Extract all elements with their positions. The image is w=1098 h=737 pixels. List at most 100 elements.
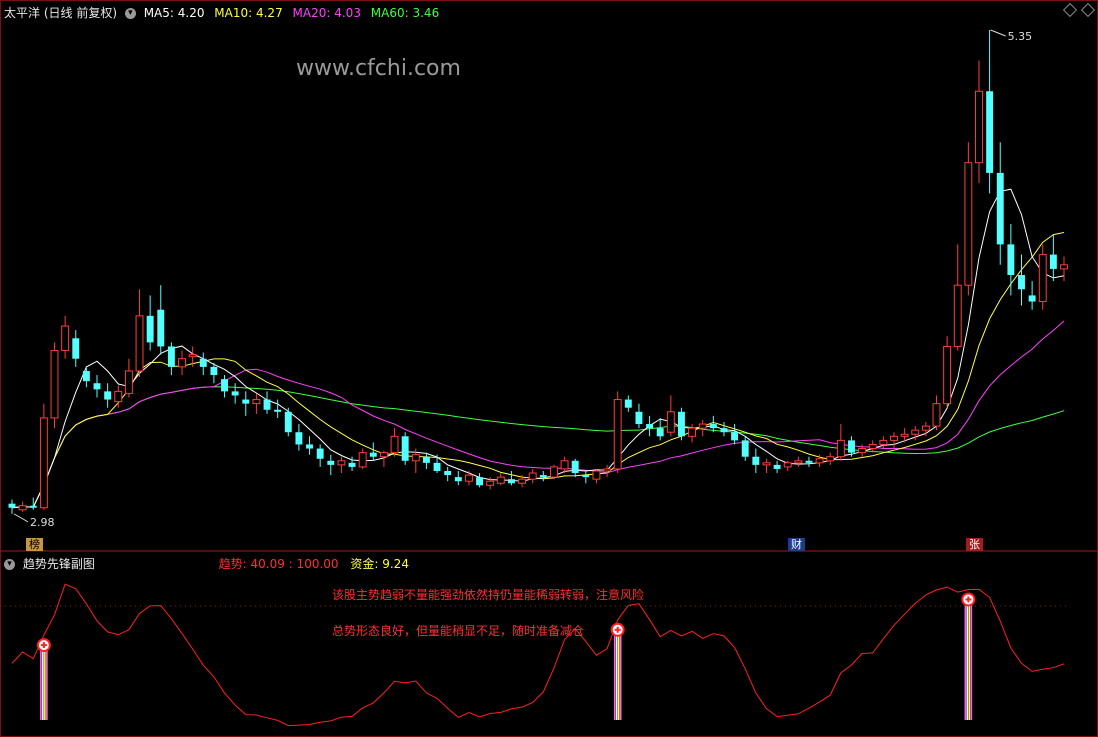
candle-body — [805, 460, 813, 463]
candle-body — [72, 338, 80, 359]
candle-body — [306, 444, 313, 449]
candle-body — [507, 479, 515, 484]
candle-body — [93, 383, 101, 390]
candle-57 — [613, 391, 622, 474]
candle-body — [146, 315, 154, 343]
candle-body — [199, 358, 207, 367]
candle-body — [815, 458, 824, 464]
candle-body — [433, 462, 441, 471]
candle-body — [114, 390, 123, 403]
candle-body — [210, 366, 218, 376]
candle-body — [104, 391, 112, 400]
candle-body — [486, 480, 495, 486]
candle-body — [1038, 254, 1047, 303]
candle-body — [741, 440, 749, 457]
candle-body — [496, 476, 505, 484]
candle-body — [858, 448, 867, 454]
candle-body — [327, 460, 335, 465]
candle-body — [943, 345, 952, 405]
high-price-label: 5.35 — [1008, 30, 1033, 43]
candle-body — [422, 456, 430, 463]
candle-body — [613, 399, 622, 470]
candle-body — [624, 399, 632, 408]
candle-body — [783, 462, 792, 468]
candle-body — [592, 470, 601, 480]
candle-body — [571, 460, 579, 474]
ma20-label: MA20: 4.03 — [292, 6, 361, 20]
candle-body — [986, 91, 994, 173]
candle-body — [61, 325, 70, 352]
candle-4 — [50, 342, 59, 429]
chevron-down-icon-2[interactable]: ▾ — [4, 559, 15, 570]
candle-body — [8, 503, 16, 508]
candle-body — [720, 428, 728, 433]
candle-body — [932, 403, 941, 427]
candle-body — [135, 315, 144, 372]
ma60-label: MA60: 3.46 — [370, 6, 440, 20]
candle-body — [274, 409, 282, 412]
candle-26 — [284, 407, 292, 437]
candle-body — [18, 505, 27, 511]
candle-body — [678, 411, 685, 437]
candle-body — [476, 477, 484, 486]
candle-body — [444, 471, 452, 476]
trend-value: 趋势: 40.09 : 100.00 — [218, 557, 339, 571]
candle-body — [528, 472, 537, 480]
candle-body — [848, 440, 855, 453]
candle-body — [124, 370, 133, 394]
candle-body — [549, 466, 558, 478]
candle-body — [1049, 254, 1057, 269]
candle-body — [688, 427, 697, 437]
candle-body — [29, 505, 37, 508]
candle-body — [1060, 264, 1068, 270]
candle-body — [518, 478, 527, 484]
event-mark-cai[interactable]: 财 — [788, 538, 805, 551]
candle-body — [337, 460, 346, 466]
ma5-label: MA5: 4.20 — [143, 6, 205, 20]
candle-body — [316, 448, 324, 459]
candle-body — [221, 379, 228, 392]
candle-90 — [964, 142, 973, 296]
candle-body — [464, 474, 473, 482]
candle-97 — [1038, 244, 1047, 310]
candle-body — [762, 462, 771, 466]
candle-body — [868, 443, 877, 450]
candle-body — [635, 411, 643, 425]
candle-body — [890, 435, 898, 441]
candle-body — [921, 425, 930, 431]
candle-body — [178, 358, 186, 368]
event-mark-bang[interactable]: 榜 — [26, 538, 43, 551]
event-mark-zhang[interactable]: 张 — [966, 538, 983, 551]
candle-body — [252, 399, 261, 405]
candle-body — [964, 162, 973, 286]
candle-37 — [401, 432, 409, 465]
candle-body — [167, 346, 175, 367]
candle-body — [666, 411, 675, 433]
candle-63 — [678, 407, 685, 441]
candle-body — [603, 468, 612, 472]
fund-value: 资金: 9.24 — [350, 557, 409, 571]
low-price-label: 2.98 — [30, 516, 55, 529]
candle-body — [401, 436, 409, 461]
candle-body — [656, 428, 664, 437]
candle-body — [295, 432, 303, 445]
candle-body — [358, 452, 367, 468]
candle-body — [582, 475, 590, 478]
ma10-label: MA10: 4.27 — [214, 6, 283, 20]
candle-body — [390, 435, 399, 454]
candle-body — [900, 433, 909, 437]
candle-body — [348, 462, 356, 467]
chevron-down-icon[interactable]: ▾ — [124, 8, 136, 19]
candle-body — [284, 411, 292, 433]
candle-body — [50, 350, 59, 419]
candle-body — [752, 456, 760, 465]
candle-body — [242, 399, 250, 404]
candle-body — [773, 464, 781, 469]
indicator-name: 趋势先锋副图 — [22, 557, 95, 571]
candle-body — [709, 424, 717, 429]
candle-body — [188, 354, 197, 358]
candle-body — [411, 454, 420, 462]
candle-body — [646, 424, 654, 429]
candle-88 — [943, 336, 952, 408]
candle-body — [82, 370, 90, 382]
